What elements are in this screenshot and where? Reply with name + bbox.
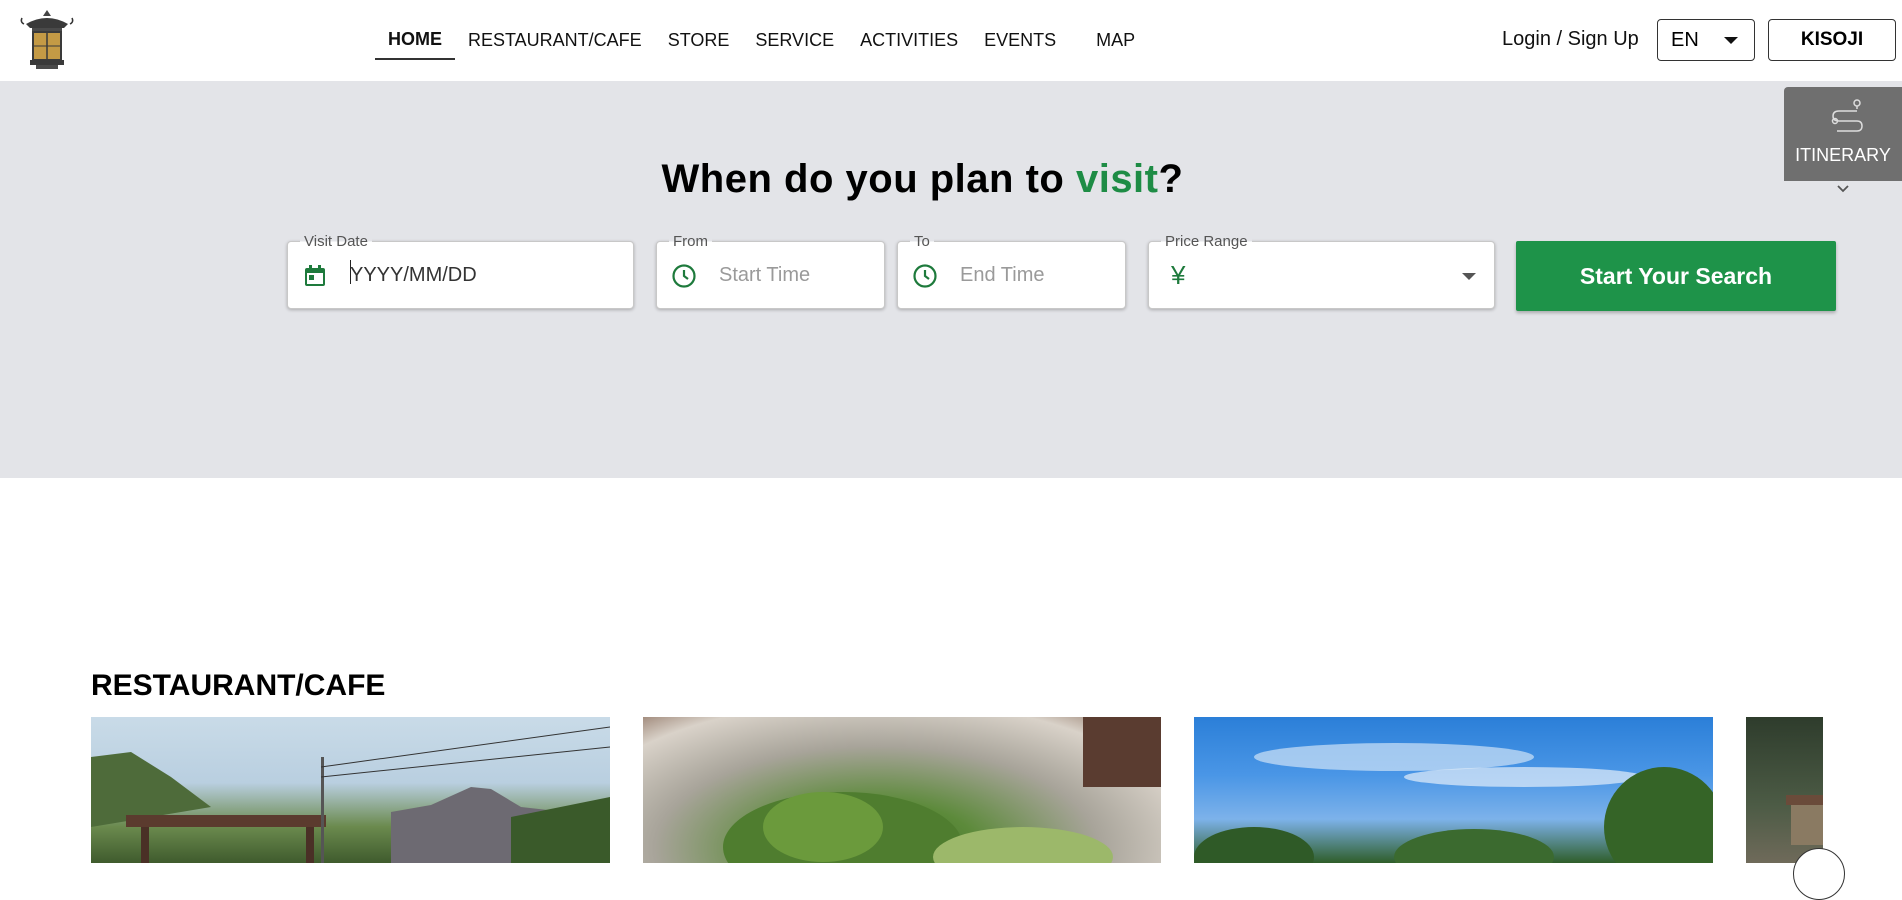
start-time-input[interactable]: Start Time: [719, 264, 810, 287]
hero-search-panel: When do you plan to visit? Visit Date YY…: [0, 81, 1902, 478]
nav-home[interactable]: HOME: [375, 20, 455, 60]
carousel-next-button[interactable]: [1793, 848, 1845, 900]
language-value: EN: [1671, 28, 1699, 51]
clock-icon: [671, 263, 697, 289]
nav-activities[interactable]: ACTIVITIES: [847, 20, 971, 60]
restaurant-card-1[interactable]: [91, 717, 610, 863]
section-title-restaurant-cafe: RESTAURANT/CAFE: [91, 669, 386, 702]
blue-sky-trees-photo: [1194, 743, 1713, 863]
itinerary-expand-toggle[interactable]: [1784, 181, 1902, 199]
nav-store[interactable]: STORE: [655, 20, 743, 60]
forest-building-photo: [1786, 795, 1823, 845]
salad-dish-photo: [723, 717, 1161, 863]
yen-icon: ¥: [1171, 260, 1186, 290]
clock-icon: [912, 263, 938, 289]
nav-map[interactable]: MAP: [1083, 20, 1148, 60]
start-time-label: From: [669, 233, 712, 250]
main-nav: HOME RESTAURANT/CAFE STORE SERVICE ACTIV…: [375, 20, 1148, 60]
hero-title-accent: visit: [1075, 157, 1159, 201]
visit-date-input[interactable]: YYYY/MM/DD: [350, 264, 477, 287]
chevron-down-icon: [1837, 185, 1849, 193]
calendar-icon: [302, 263, 328, 289]
route-icon: [1829, 97, 1865, 133]
restaurant-card-3[interactable]: [1194, 717, 1713, 863]
end-time-input[interactable]: End Time: [960, 264, 1044, 287]
restaurant-card-2[interactable]: [643, 717, 1161, 863]
end-time-label: To: [910, 233, 934, 250]
visit-date-field[interactable]: Visit Date YYYY/MM/DD: [287, 233, 634, 309]
chevron-down-icon: [1462, 273, 1476, 280]
itinerary-tab[interactable]: ITINERARY: [1784, 87, 1902, 181]
hero-title-suffix: ?: [1158, 157, 1184, 201]
kisoji-button[interactable]: KISOJI: [1768, 19, 1896, 61]
chevron-down-icon: [1724, 37, 1738, 44]
itinerary-label: ITINERARY: [1795, 145, 1891, 165]
end-time-field[interactable]: To End Time: [897, 233, 1126, 309]
start-time-field[interactable]: From Start Time: [656, 233, 885, 309]
price-range-label: Price Range: [1161, 233, 1252, 250]
hero-title: When do you plan to visit?: [0, 157, 1845, 202]
restaurant-card-4[interactable]: [1746, 717, 1823, 863]
gazebo-mountain-photo: [91, 726, 610, 863]
hero-title-prefix: When do you plan to: [661, 157, 1076, 201]
lantern-logo-icon[interactable]: [16, 8, 78, 72]
language-select[interactable]: EN: [1657, 19, 1755, 61]
login-signup-link[interactable]: Login / Sign Up: [1502, 28, 1639, 51]
site-header: HOME RESTAURANT/CAFE STORE SERVICE ACTIV…: [0, 0, 1902, 81]
nav-restaurant-cafe[interactable]: RESTAURANT/CAFE: [455, 20, 655, 60]
nav-events[interactable]: EVENTS: [971, 20, 1069, 60]
visit-date-label: Visit Date: [300, 233, 372, 250]
start-search-button[interactable]: Start Your Search: [1516, 241, 1836, 311]
price-range-select[interactable]: Price Range ¥: [1148, 233, 1495, 309]
nav-service[interactable]: SERVICE: [742, 20, 847, 60]
